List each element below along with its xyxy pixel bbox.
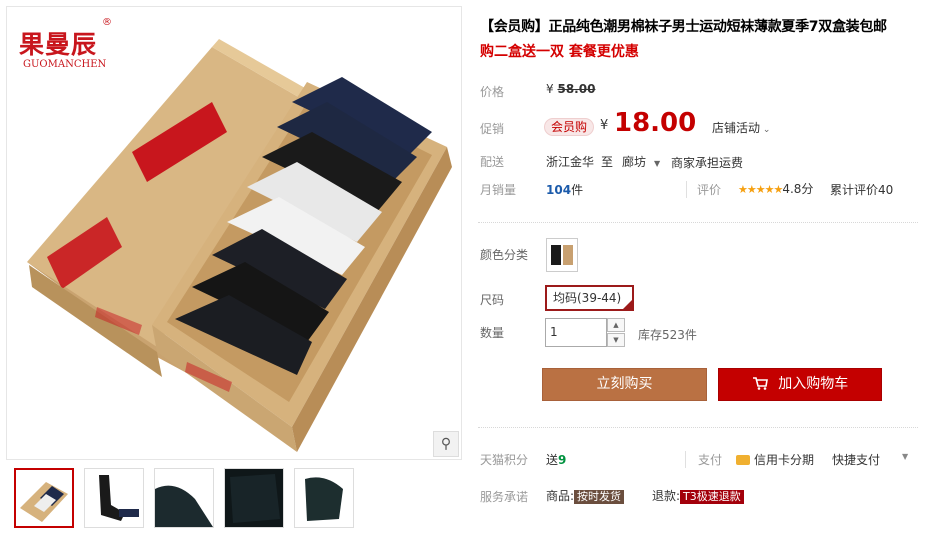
- service-promise-label: 服务承诺: [480, 490, 529, 504]
- refund-promise: 退款: T3极速退款: [652, 487, 744, 504]
- thumbnail-5[interactable]: [294, 468, 354, 528]
- shop-activity-dropdown[interactable]: 店铺活动 ⌄: [712, 119, 770, 136]
- quick-pay: 快捷支付: [832, 453, 881, 467]
- shipping-label: 配送: [480, 155, 505, 169]
- thumbnail-sock-icon: [99, 475, 139, 521]
- color-option-box[interactable]: [546, 238, 578, 272]
- registered-mark: ®: [102, 17, 112, 28]
- brand-logo: 果曼辰: [19, 30, 98, 59]
- credit-card-installment: 信用卡分期: [736, 451, 814, 468]
- divider: [478, 222, 918, 224]
- current-currency-symbol: ¥: [600, 118, 609, 133]
- magnifier-icon[interactable]: ⚲: [433, 431, 459, 457]
- cart-icon: [752, 376, 778, 392]
- color-label: 颜色分类: [480, 248, 529, 262]
- thumbnail-socks-icon: [295, 469, 353, 527]
- quantity-decrease-button[interactable]: ▼: [607, 333, 625, 347]
- stock-count: 库存523件: [638, 328, 697, 342]
- original-price-value: 58.00: [557, 82, 596, 96]
- product-gallery: 果曼辰 ® GUOMANCHEN ⚲: [0, 0, 462, 545]
- credit-card-icon: [736, 455, 750, 465]
- rating-score: 4.8分: [782, 182, 814, 196]
- monthly-sales-unit: 件: [571, 183, 584, 197]
- size-option-selected[interactable]: 均码(39-44): [545, 285, 634, 311]
- member-badge: 会员购: [544, 118, 595, 136]
- product-title: 【会员购】正品纯色潮男棉袜子男士运动短袜薄款夏季7双盒装包邮: [480, 19, 887, 35]
- payment-label: 支付: [685, 451, 722, 468]
- rating: ★★★★★4.8分: [738, 180, 813, 197]
- quantity-increase-button[interactable]: ▲: [607, 318, 625, 332]
- tmall-points: 送9: [546, 451, 566, 468]
- original-price: ¥ 58.00: [546, 82, 595, 96]
- caret-down-icon: ▼: [654, 159, 661, 168]
- currency-symbol: ¥: [546, 82, 554, 96]
- quantity-label: 数量: [480, 326, 505, 340]
- monthly-sales-label: 月销量: [480, 183, 517, 197]
- thumbnail-active-marker: [38, 468, 52, 469]
- refund-prefix: 退款:: [652, 489, 681, 503]
- chevron-down-icon: ⌄: [760, 125, 771, 135]
- caret-down-icon[interactable]: ▼: [902, 452, 908, 461]
- price-label: 价格: [480, 85, 505, 99]
- buy-now-button[interactable]: 立刻购买: [542, 368, 707, 401]
- thumbnail-fabric-icon: [225, 469, 283, 527]
- monthly-sales-count: 104: [546, 183, 572, 197]
- thumbnail-2[interactable]: [84, 468, 144, 528]
- on-time-shipping-badge[interactable]: 按时发货: [574, 490, 625, 504]
- ship-from: 浙江金华: [546, 155, 595, 169]
- current-price: 18.00: [614, 108, 697, 138]
- review-label: 评价: [686, 181, 721, 198]
- product-info-panel: 【会员购】正品纯色潮男棉袜子男士运动短袜薄款夏季7双盒装包邮 购二盒送一双 套餐…: [478, 0, 923, 545]
- thumbnail-closeup-icon: [155, 469, 213, 527]
- add-to-cart-button[interactable]: 加入购物车: [718, 368, 882, 401]
- goods-promise: 商品: 按时发货: [546, 487, 625, 504]
- shop-activity-label: 店铺活动: [712, 121, 761, 135]
- star-rating-icon: ★★★★★: [738, 183, 783, 196]
- thumbnail-box-icon: [20, 482, 68, 522]
- color-swatch-icon: [547, 239, 577, 271]
- brand-name-en: GUOMANCHEN: [23, 59, 107, 70]
- selected-check-icon: [623, 300, 632, 309]
- size-label: 尺码: [480, 293, 505, 307]
- main-product-image[interactable]: 果曼辰 ® GUOMANCHEN ⚲: [6, 6, 462, 460]
- shipping-fee: 商家承担运费: [671, 156, 744, 170]
- credit-card-label: 信用卡分期: [754, 453, 815, 467]
- tmall-points-label: 天猫积分: [480, 453, 529, 467]
- size-option-label: 均码(39-44): [553, 291, 622, 305]
- quantity-input[interactable]: 1: [545, 318, 607, 347]
- ship-to-city: 廊坊: [622, 155, 647, 169]
- thumbnail-4[interactable]: [224, 468, 284, 528]
- sock-box-illustration: [27, 39, 452, 452]
- points-value: 9: [558, 453, 567, 467]
- fast-refund-badge[interactable]: T3极速退款: [680, 490, 744, 504]
- divider: [478, 427, 918, 429]
- cart-glyph: [752, 377, 768, 390]
- ship-to-word: 至: [601, 155, 614, 169]
- thumbnail-1[interactable]: [14, 468, 74, 528]
- ship-to-dropdown[interactable]: 廊坊 ▼: [622, 153, 660, 170]
- monthly-sales: 104件: [546, 181, 583, 198]
- thumbnail-3[interactable]: [154, 468, 214, 528]
- goods-prefix: 商品:: [546, 489, 575, 503]
- points-prefix: 送: [546, 453, 559, 467]
- promo-label: 促销: [480, 122, 505, 136]
- total-reviews-link[interactable]: 累计评价40: [830, 181, 893, 198]
- product-subtitle: 购二盒送一双 套餐更优惠: [480, 44, 639, 60]
- add-to-cart-label: 加入购物车: [778, 376, 849, 392]
